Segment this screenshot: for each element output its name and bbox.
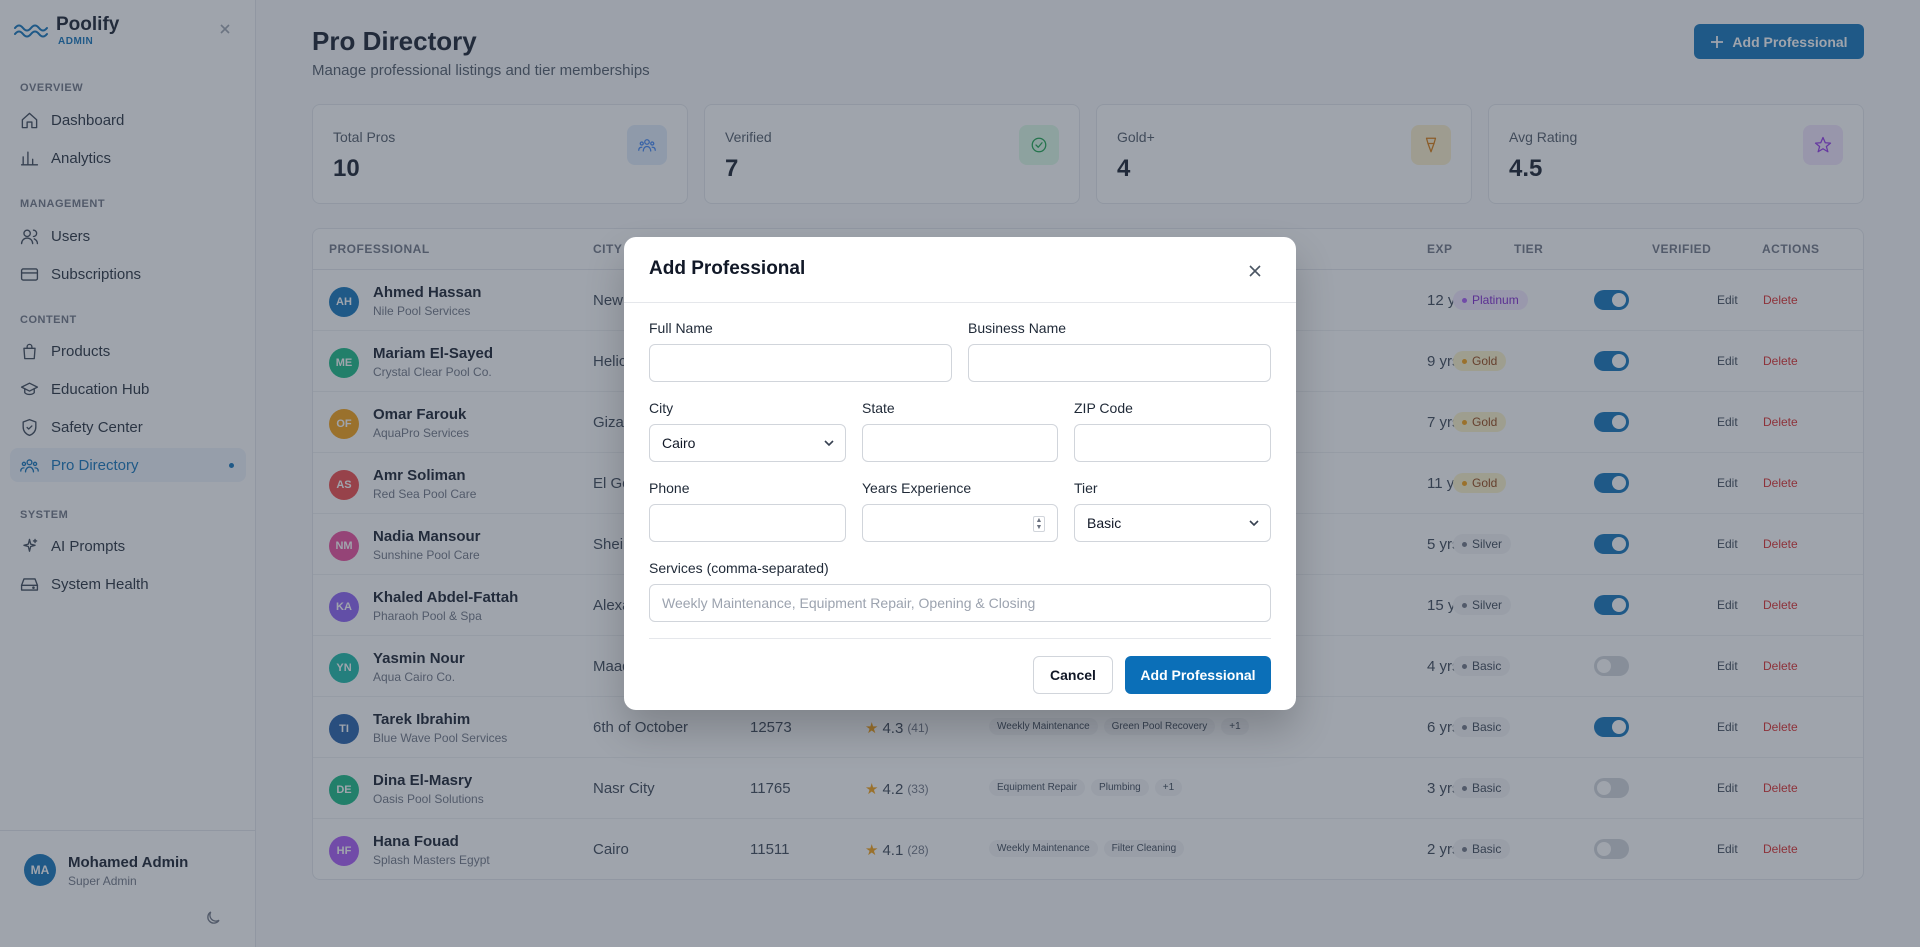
- zip-input[interactable]: [1074, 424, 1271, 462]
- chevron-down-icon: [1249, 520, 1259, 527]
- services-input[interactable]: Weekly Maintenance, Equipment Repair, Op…: [649, 584, 1271, 622]
- phone-input[interactable]: [649, 504, 846, 542]
- years-label: Years Experience: [862, 480, 972, 496]
- tier-label: Tier: [1074, 480, 1098, 496]
- submit-add-professional-button[interactable]: Add Professional: [1125, 656, 1271, 694]
- modal-header-divider: [624, 302, 1296, 303]
- full-name-input[interactable]: [649, 344, 952, 382]
- services-placeholder: Weekly Maintenance, Equipment Repair, Op…: [662, 595, 1036, 611]
- add-professional-modal: Add Professional Full Name Business Name…: [624, 237, 1296, 710]
- services-label: Services (comma-separated): [649, 560, 829, 576]
- business-name-input[interactable]: [968, 344, 1271, 382]
- phone-label: Phone: [649, 480, 690, 496]
- city-select-value: Cairo: [662, 435, 696, 451]
- modal-footer-divider: [649, 638, 1271, 639]
- city-label: City: [649, 400, 674, 416]
- chevron-down-icon: [824, 440, 834, 447]
- tier-select[interactable]: Basic: [1074, 504, 1271, 542]
- number-spinner-icon[interactable]: ▲ ▼: [1033, 516, 1045, 532]
- modal-title: Add Professional: [649, 258, 806, 279]
- years-input[interactable]: ▲ ▼: [862, 504, 1058, 542]
- tier-select-value: Basic: [1087, 515, 1122, 531]
- state-input[interactable]: [862, 424, 1058, 462]
- cancel-button[interactable]: Cancel: [1033, 656, 1113, 694]
- close-icon[interactable]: [1247, 263, 1263, 279]
- zip-label: ZIP Code: [1074, 400, 1133, 416]
- city-select[interactable]: Cairo: [649, 424, 846, 462]
- full-name-label: Full Name: [649, 320, 713, 336]
- state-label: State: [862, 400, 895, 416]
- business-name-label: Business Name: [968, 320, 1067, 336]
